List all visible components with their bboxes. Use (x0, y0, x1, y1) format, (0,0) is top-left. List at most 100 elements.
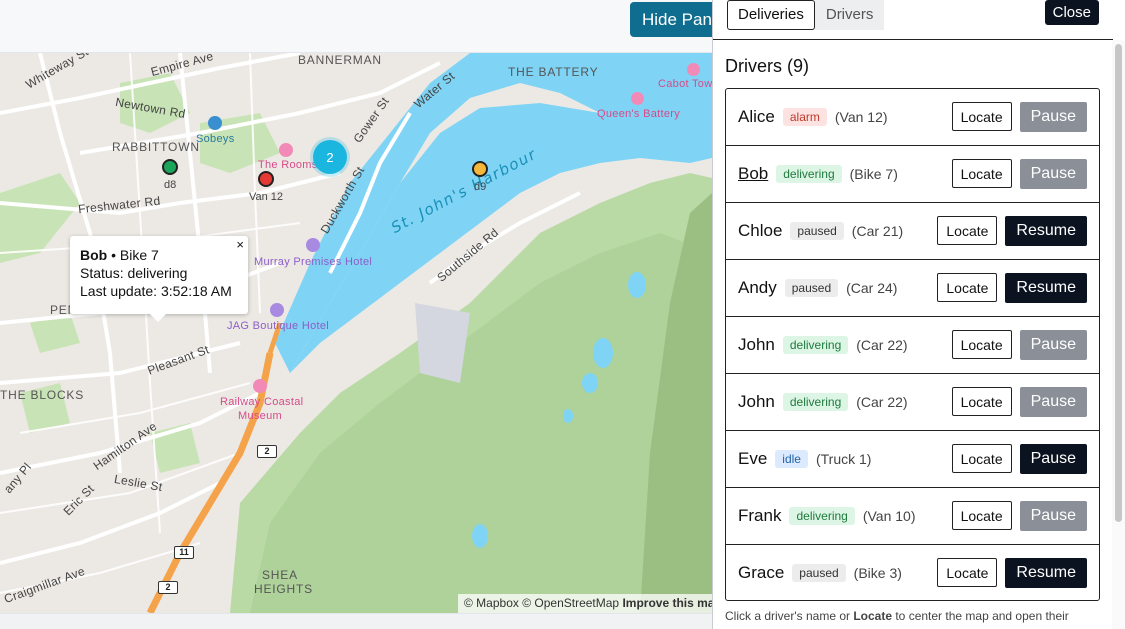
driver-row: Frank delivering (Van 10) Locate Pause (726, 488, 1099, 545)
hotel-icon (306, 238, 320, 252)
popup-separator: • (111, 247, 117, 263)
driver-vehicle: (Bike 7) (849, 166, 898, 182)
locate-button[interactable]: Locate (951, 501, 1012, 530)
driver-row: Chloe paused (Car 21) Locate Resume (726, 203, 1099, 260)
poi-label: Murray Premises Hotel (254, 256, 373, 268)
driver-name-link[interactable]: Chloe (738, 221, 782, 241)
driver-list: Alice alarm (Van 12) Locate Pause Bob deliveri… (725, 88, 1100, 601)
pause-button[interactable]: Pause (1019, 102, 1087, 132)
poi-label: Sobeys (196, 133, 235, 145)
driver-row: Alice alarm (Van 12) Locate Pause (726, 89, 1099, 146)
driver-name-link[interactable]: Andy (738, 278, 777, 298)
driver-name-link[interactable]: John (738, 335, 775, 355)
improve-map-link[interactable]: Improve this map (622, 596, 712, 610)
driver-name-link[interactable]: Bob (738, 164, 768, 184)
locate-button[interactable]: Locate (937, 558, 998, 587)
map-attribution: © Mapbox © OpenStreetMap Improve this ma… (458, 594, 712, 613)
status-badge: paused (792, 563, 846, 582)
driver-marker[interactable] (162, 159, 178, 175)
driver-row: Andy paused (Car 24) Locate Resume (726, 260, 1099, 317)
map[interactable]: BANNERMAN THE BATTERY RABBITTOWN THE BLO… (0, 53, 712, 613)
poi-label: Museum (238, 410, 282, 422)
driver-vehicle: (Truck 1) (815, 451, 872, 467)
locate-button[interactable]: Locate (937, 216, 998, 245)
pause-button[interactable]: Pause (1019, 444, 1087, 474)
popup-tip (150, 314, 166, 322)
top-bar (0, 0, 712, 53)
driver-row: Grace paused (Bike 3) Locate Resume (726, 545, 1099, 600)
popup-close-icon[interactable]: × (236, 236, 244, 254)
resume-button[interactable]: Resume (1005, 558, 1087, 588)
district-label: RABBITTOWN (112, 140, 200, 154)
driver-vehicle: (Van 12) (834, 109, 888, 125)
panel-hint: Click a driver's name or Locate to cente… (725, 609, 1115, 623)
district-label: HEIGHTS (254, 582, 313, 596)
osm-attribution[interactable]: © OpenStreetMap (522, 596, 619, 610)
driver-name-link[interactable]: John (738, 392, 775, 412)
driver-row: John delivering (Car 22) Locate Pause (726, 374, 1099, 431)
scrollbar-thumb[interactable] (1115, 44, 1122, 522)
row-actions: Locate Pause (951, 387, 1087, 417)
driver-marker[interactable] (258, 171, 274, 187)
driver-vehicle: (Car 24) (846, 280, 898, 296)
poi-label: The Rooms (258, 159, 318, 171)
locate-button[interactable]: Locate (951, 330, 1012, 359)
pause-button[interactable]: Pause (1019, 501, 1087, 531)
row-actions: Locate Pause (951, 330, 1087, 360)
driver-row: Eve idle (Truck 1) Locate Pause (726, 431, 1099, 488)
status-badge: alarm (782, 108, 827, 126)
driver-vehicle: (Car 22) (856, 394, 908, 410)
locate-button[interactable]: Locate (951, 387, 1012, 416)
drivers-heading: Drivers (9) (725, 56, 809, 76)
pause-button[interactable]: Pause (1019, 387, 1087, 417)
popup-driver-name: Bob (80, 247, 108, 263)
route-shield: 2 (257, 445, 277, 458)
row-actions: Locate Pause (951, 501, 1087, 531)
driver-name-link[interactable]: Alice (738, 107, 775, 127)
marker-label: d8 (164, 179, 177, 191)
divider (713, 39, 1113, 40)
row-actions: Locate Pause (951, 444, 1087, 474)
pause-button[interactable]: Pause (1019, 330, 1087, 360)
row-actions: Locate Resume (937, 558, 1087, 588)
status-badge: paused (784, 279, 839, 297)
marker-cluster[interactable]: 2 (313, 140, 347, 174)
driver-name-link[interactable]: Grace (738, 563, 784, 583)
status-badge: idle (775, 450, 808, 468)
status-badge: delivering (789, 507, 855, 525)
popup-vehicle: Bike 7 (119, 247, 159, 263)
driver-vehicle: (Bike 3) (853, 564, 902, 581)
locate-button[interactable]: Locate (951, 102, 1012, 131)
route-shield: 11 (174, 546, 194, 559)
tab-deliveries[interactable]: Deliveries (727, 0, 815, 30)
driver-row: Bob delivering (Bike 7) Locate Pause (726, 146, 1099, 203)
row-actions: Locate Pause (951, 102, 1087, 132)
resume-button[interactable]: Resume (1005, 273, 1087, 303)
driver-name-link[interactable]: Frank (738, 506, 781, 526)
close-panel-button[interactable]: Close (1044, 0, 1099, 25)
hotel-icon (270, 303, 284, 317)
district-label: BANNERMAN (298, 53, 382, 67)
driver-marker[interactable] (472, 161, 488, 177)
driver-vehicle: (Car 21) (851, 223, 904, 239)
driver-popup: × Bob • Bike 7 Status: delivering Last u… (70, 236, 248, 314)
popup-title: Bob • Bike 7 (80, 246, 238, 264)
pause-button[interactable]: Pause (1019, 159, 1087, 189)
monument-icon (687, 63, 700, 76)
locate-button[interactable]: Locate (937, 273, 998, 302)
bottom-strip (0, 613, 712, 629)
resume-button[interactable]: Resume (1005, 216, 1087, 246)
panel-tabs: Deliveries Drivers (727, 0, 885, 30)
route-shield: 2 (158, 581, 178, 594)
marker-label: Van 12 (249, 191, 284, 203)
tab-drivers[interactable]: Drivers (814, 0, 885, 30)
status-badge: paused (790, 222, 844, 240)
marker-label: d9 (474, 181, 487, 193)
row-actions: Locate Resume (937, 273, 1087, 303)
locate-button[interactable]: Locate (951, 159, 1012, 188)
driver-name-link[interactable]: Eve (738, 449, 767, 469)
locate-button[interactable]: Locate (951, 444, 1012, 473)
district-label: THE BLOCKS (0, 388, 85, 402)
mapbox-attribution[interactable]: © Mapbox (464, 596, 519, 610)
monument-icon (631, 92, 644, 105)
